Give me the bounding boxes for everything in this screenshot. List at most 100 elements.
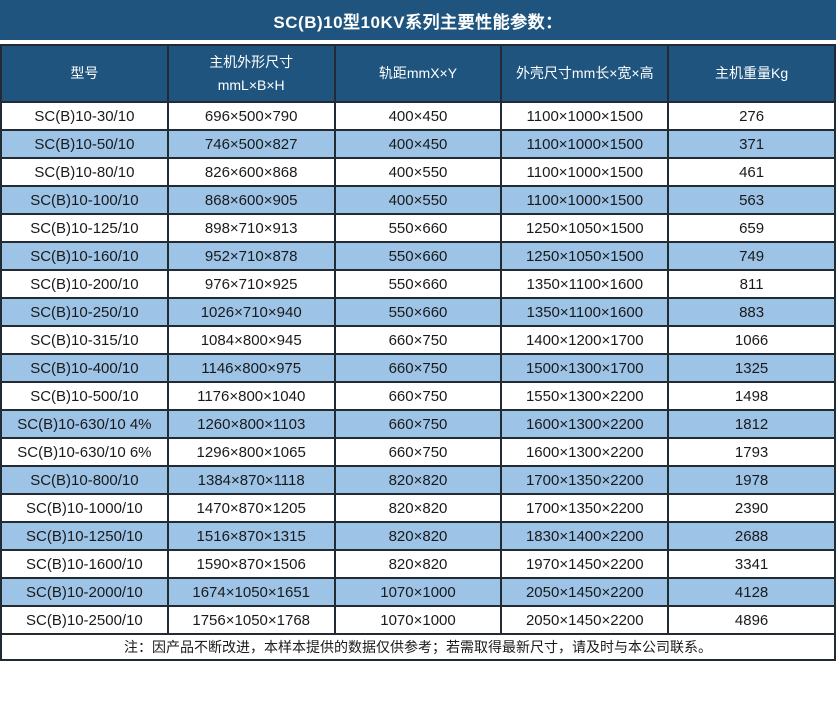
cell-rail-gauge: 660×750: [335, 410, 502, 438]
table-row: SC(B)10-800/101384×870×1118820×8201700×1…: [1, 466, 835, 494]
cell-weight: 1498: [668, 382, 835, 410]
cell-model: SC(B)10-630/10 6%: [1, 438, 168, 466]
cell-model: SC(B)10-315/10: [1, 326, 168, 354]
table-row: SC(B)10-125/10898×710×913550×6601250×105…: [1, 214, 835, 242]
table-row: SC(B)10-1000/101470×870×1205820×8201700×…: [1, 494, 835, 522]
cell-enclosure-dimensions: 1350×1100×1600: [501, 298, 668, 326]
column-header-weight: 主机重量Kg: [668, 45, 835, 102]
cell-model: SC(B)10-80/10: [1, 158, 168, 186]
cell-rail-gauge: 550×660: [335, 214, 502, 242]
cell-enclosure-dimensions: 1970×1450×2200: [501, 550, 668, 578]
cell-model: SC(B)10-160/10: [1, 242, 168, 270]
cell-weight: 2390: [668, 494, 835, 522]
cell-main-unit-dimensions: 696×500×790: [168, 102, 335, 130]
cell-weight: 4896: [668, 606, 835, 634]
cell-main-unit-dimensions: 976×710×925: [168, 270, 335, 298]
cell-enclosure-dimensions: 1500×1300×1700: [501, 354, 668, 382]
cell-enclosure-dimensions: 1700×1350×2200: [501, 494, 668, 522]
cell-enclosure-dimensions: 1100×1000×1500: [501, 130, 668, 158]
cell-enclosure-dimensions: 1350×1100×1600: [501, 270, 668, 298]
cell-enclosure-dimensions: 2050×1450×2200: [501, 578, 668, 606]
cell-model: SC(B)10-250/10: [1, 298, 168, 326]
cell-weight: 659: [668, 214, 835, 242]
cell-main-unit-dimensions: 868×600×905: [168, 186, 335, 214]
cell-rail-gauge: 550×660: [335, 270, 502, 298]
cell-enclosure-dimensions: 1400×1200×1700: [501, 326, 668, 354]
cell-rail-gauge: 1070×1000: [335, 578, 502, 606]
cell-main-unit-dimensions: 1176×800×1040: [168, 382, 335, 410]
table-row: SC(B)10-160/10952×710×878550×6601250×105…: [1, 242, 835, 270]
cell-main-unit-dimensions: 1084×800×945: [168, 326, 335, 354]
column-header-enclosure-dimensions: 外壳尺寸mm长×宽×高: [501, 45, 668, 102]
table-row: SC(B)10-1600/101590×870×1506820×8201970×…: [1, 550, 835, 578]
table-row: SC(B)10-315/101084×800×945660×7501400×12…: [1, 326, 835, 354]
cell-weight: 563: [668, 186, 835, 214]
cell-enclosure-dimensions: 2050×1450×2200: [501, 606, 668, 634]
cell-weight: 461: [668, 158, 835, 186]
table-row: SC(B)10-630/10 4%1260×800×1103660×750160…: [1, 410, 835, 438]
cell-rail-gauge: 820×820: [335, 494, 502, 522]
cell-rail-gauge: 660×750: [335, 382, 502, 410]
table-row: SC(B)10-500/101176×800×1040660×7501550×1…: [1, 382, 835, 410]
cell-weight: 1978: [668, 466, 835, 494]
cell-weight: 1812: [668, 410, 835, 438]
cell-main-unit-dimensions: 898×710×913: [168, 214, 335, 242]
cell-rail-gauge: 820×820: [335, 522, 502, 550]
cell-enclosure-dimensions: 1250×1050×1500: [501, 214, 668, 242]
cell-weight: 4128: [668, 578, 835, 606]
footnote-row: 注：因产品不断改进，本样本提供的数据仅供参考；若需取得最新尺寸，请及时与本公司联…: [1, 634, 835, 660]
cell-main-unit-dimensions: 746×500×827: [168, 130, 335, 158]
table-row: SC(B)10-630/10 6%1296×800×1065660×750160…: [1, 438, 835, 466]
header-row: 型号 主机外形尺寸 mmL×B×H 轨距mmX×Y 外壳尺寸mm长×宽×高 主机…: [1, 45, 835, 102]
cell-enclosure-dimensions: 1550×1300×2200: [501, 382, 668, 410]
cell-main-unit-dimensions: 1260×800×1103: [168, 410, 335, 438]
table-row: SC(B)10-200/10976×710×925550×6601350×110…: [1, 270, 835, 298]
cell-weight: 2688: [668, 522, 835, 550]
table-row: SC(B)10-30/10696×500×790400×4501100×1000…: [1, 102, 835, 130]
cell-enclosure-dimensions: 1100×1000×1500: [501, 186, 668, 214]
cell-model: SC(B)10-1000/10: [1, 494, 168, 522]
cell-main-unit-dimensions: 1146×800×975: [168, 354, 335, 382]
table-row: SC(B)10-2500/101756×1050×17681070×100020…: [1, 606, 835, 634]
table-row: SC(B)10-1250/101516×870×1315820×8201830×…: [1, 522, 835, 550]
cell-rail-gauge: 550×660: [335, 242, 502, 270]
cell-model: SC(B)10-2500/10: [1, 606, 168, 634]
cell-model: SC(B)10-50/10: [1, 130, 168, 158]
cell-weight: 371: [668, 130, 835, 158]
cell-main-unit-dimensions: 1756×1050×1768: [168, 606, 335, 634]
cell-main-unit-dimensions: 1674×1050×1651: [168, 578, 335, 606]
footnote: 注：因产品不断改进，本样本提供的数据仅供参考；若需取得最新尺寸，请及时与本公司联…: [1, 634, 835, 660]
cell-enclosure-dimensions: 1100×1000×1500: [501, 102, 668, 130]
table-row: SC(B)10-2000/101674×1050×16511070×100020…: [1, 578, 835, 606]
table-row: SC(B)10-50/10746×500×827400×4501100×1000…: [1, 130, 835, 158]
cell-main-unit-dimensions: 1590×870×1506: [168, 550, 335, 578]
cell-enclosure-dimensions: 1100×1000×1500: [501, 158, 668, 186]
cell-rail-gauge: 1070×1000: [335, 606, 502, 634]
cell-main-unit-dimensions: 1516×870×1315: [168, 522, 335, 550]
spec-table: 型号 主机外形尺寸 mmL×B×H 轨距mmX×Y 外壳尺寸mm长×宽×高 主机…: [0, 44, 836, 661]
table-row: SC(B)10-80/10826×600×868400×5501100×1000…: [1, 158, 835, 186]
cell-rail-gauge: 820×820: [335, 550, 502, 578]
cell-model: SC(B)10-1600/10: [1, 550, 168, 578]
cell-weight: 811: [668, 270, 835, 298]
spec-sheet: SC(B)10型10KV系列主要性能参数： 型号 主机外形尺寸 mmL×B×H …: [0, 0, 836, 705]
column-header-main-unit-dimensions: 主机外形尺寸 mmL×B×H: [168, 45, 335, 102]
cell-main-unit-dimensions: 1470×870×1205: [168, 494, 335, 522]
cell-rail-gauge: 400×450: [335, 102, 502, 130]
cell-weight: 1325: [668, 354, 835, 382]
cell-model: SC(B)10-100/10: [1, 186, 168, 214]
cell-model: SC(B)10-125/10: [1, 214, 168, 242]
cell-rail-gauge: 400×450: [335, 130, 502, 158]
cell-rail-gauge: 660×750: [335, 438, 502, 466]
column-header-rail-gauge: 轨距mmX×Y: [335, 45, 502, 102]
cell-weight: 1066: [668, 326, 835, 354]
cell-weight: 749: [668, 242, 835, 270]
table-row: SC(B)10-250/101026×710×940550×6601350×11…: [1, 298, 835, 326]
cell-model: SC(B)10-800/10: [1, 466, 168, 494]
table-body: SC(B)10-30/10696×500×790400×4501100×1000…: [1, 102, 835, 634]
table-header: 型号 主机外形尺寸 mmL×B×H 轨距mmX×Y 外壳尺寸mm长×宽×高 主机…: [1, 45, 835, 102]
cell-model: SC(B)10-30/10: [1, 102, 168, 130]
cell-enclosure-dimensions: 1600×1300×2200: [501, 410, 668, 438]
table-row: SC(B)10-100/10868×600×905400×5501100×100…: [1, 186, 835, 214]
cell-rail-gauge: 660×750: [335, 326, 502, 354]
